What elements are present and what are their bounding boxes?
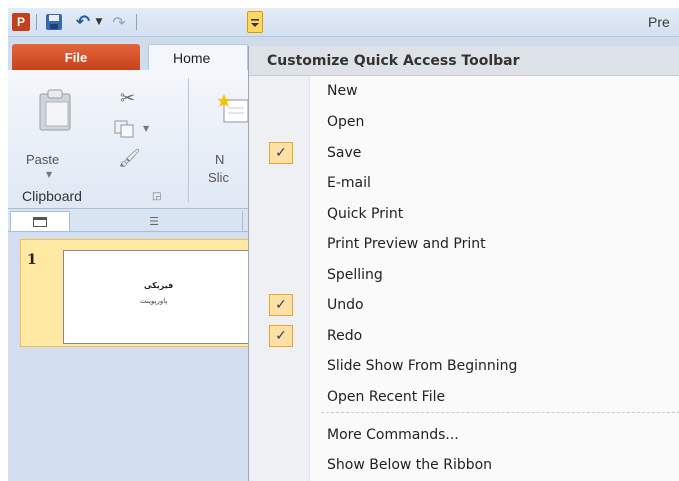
menu-item-new[interactable]: New <box>249 76 679 106</box>
new-slide-icon[interactable] <box>216 92 250 126</box>
slides-tab[interactable] <box>10 211 70 231</box>
undo-icon[interactable]: ↶ <box>74 12 92 32</box>
paste-dropdown-icon[interactable]: ▼ <box>46 170 52 179</box>
menu-item-slide-show[interactable]: Slide Show From Beginning <box>249 351 679 381</box>
menu-item-label: Save <box>327 145 362 161</box>
slides-pane: 1 فیزیکی پاورپوینت <box>8 232 263 481</box>
menu-item-show-below-ribbon[interactable]: Show Below the Ribbon <box>249 450 679 480</box>
checkmark-icon: ✓ <box>269 325 293 347</box>
menu-item-undo[interactable]: ✓ Undo <box>249 290 679 320</box>
slide-subtitle: پاورپوینت <box>140 297 168 305</box>
menu-header: Customize Quick Access Toolbar <box>249 46 679 76</box>
dialog-launcher-icon[interactable]: ◲ <box>152 191 161 202</box>
new-slide-label[interactable]: N <box>215 152 224 167</box>
menu-item-label: Open Recent File <box>327 389 446 405</box>
menu-item-label: Redo <box>327 328 363 344</box>
menu-item-label: Spelling <box>327 267 383 283</box>
menu-separator <box>321 412 679 413</box>
menu-item-save[interactable]: ✓ Save <box>249 138 679 168</box>
menu-item-label: Slide Show From Beginning <box>327 358 518 374</box>
separator <box>136 14 137 30</box>
menu-item-redo[interactable]: ✓ Redo <box>249 321 679 351</box>
menu-item-label: Quick Print <box>327 206 404 222</box>
checkmark-icon: ✓ <box>269 294 293 316</box>
separator <box>36 14 37 30</box>
redo-icon[interactable]: ↷ <box>110 12 128 32</box>
group-divider <box>188 78 189 202</box>
save-icon[interactable] <box>44 12 64 32</box>
slide-number: 1 <box>27 252 37 268</box>
home-tab[interactable]: Home <box>148 44 248 71</box>
menu-item-quick-print[interactable]: Quick Print <box>249 199 679 229</box>
slide-thumbnail[interactable]: فیزیکی پاورپوینت <box>63 250 263 344</box>
menu-item-label: More Commands... <box>327 427 459 443</box>
slide-title: فیزیکی <box>144 281 174 290</box>
menu-item-open-recent[interactable]: Open Recent File <box>249 382 679 412</box>
menu-item-label: Open <box>327 114 365 130</box>
paste-label[interactable]: Paste <box>26 152 59 167</box>
title-bar: P ↶ ▼ ↷ Pre <box>8 8 679 37</box>
cut-icon[interactable]: ✂ <box>120 88 135 109</box>
menu-item-print-preview[interactable]: Print Preview and Print <box>249 229 679 259</box>
file-tab[interactable]: File <box>12 44 140 70</box>
format-painter-icon[interactable]: 🖌 <box>118 148 141 169</box>
menu-item-label: Show Below the Ribbon <box>327 457 493 473</box>
menu-item-label: New <box>327 83 358 99</box>
new-slide-label-line2[interactable]: Slic <box>208 170 229 185</box>
powerpoint-logo-icon[interactable]: P <box>12 13 30 31</box>
customize-qat-button[interactable] <box>247 11 263 33</box>
clipboard-group-label: Clipboard <box>22 188 82 204</box>
menu-item-email[interactable]: E-mail <box>249 168 679 198</box>
menu-item-label: Print Preview and Print <box>327 236 486 252</box>
menu-item-label: Undo <box>327 297 364 313</box>
menu-item-label: E-mail <box>327 175 371 191</box>
menu-item-open[interactable]: Open <box>249 107 679 137</box>
outline-icon: ☰ <box>149 214 159 228</box>
pane-divider <box>242 211 243 231</box>
copy-icon[interactable] <box>114 120 136 138</box>
copy-dropdown-icon[interactable]: ▼ <box>143 124 149 133</box>
slide-thumbnail-item[interactable]: 1 فیزیکی پاورپوینت <box>20 239 263 347</box>
pane-tabs: ☰ <box>8 209 253 232</box>
paste-icon[interactable] <box>36 88 76 132</box>
customize-qat-menu: Customize Quick Access Toolbar New Open … <box>248 46 679 481</box>
window-title: Pre <box>648 14 670 30</box>
menu-item-more-commands[interactable]: More Commands... <box>249 420 679 450</box>
undo-dropdown-icon[interactable]: ▼ <box>94 12 104 32</box>
checkmark-icon: ✓ <box>269 142 293 164</box>
menu-item-spelling[interactable]: Spelling <box>249 260 679 290</box>
outline-tab[interactable]: ☰ <box>124 211 184 231</box>
